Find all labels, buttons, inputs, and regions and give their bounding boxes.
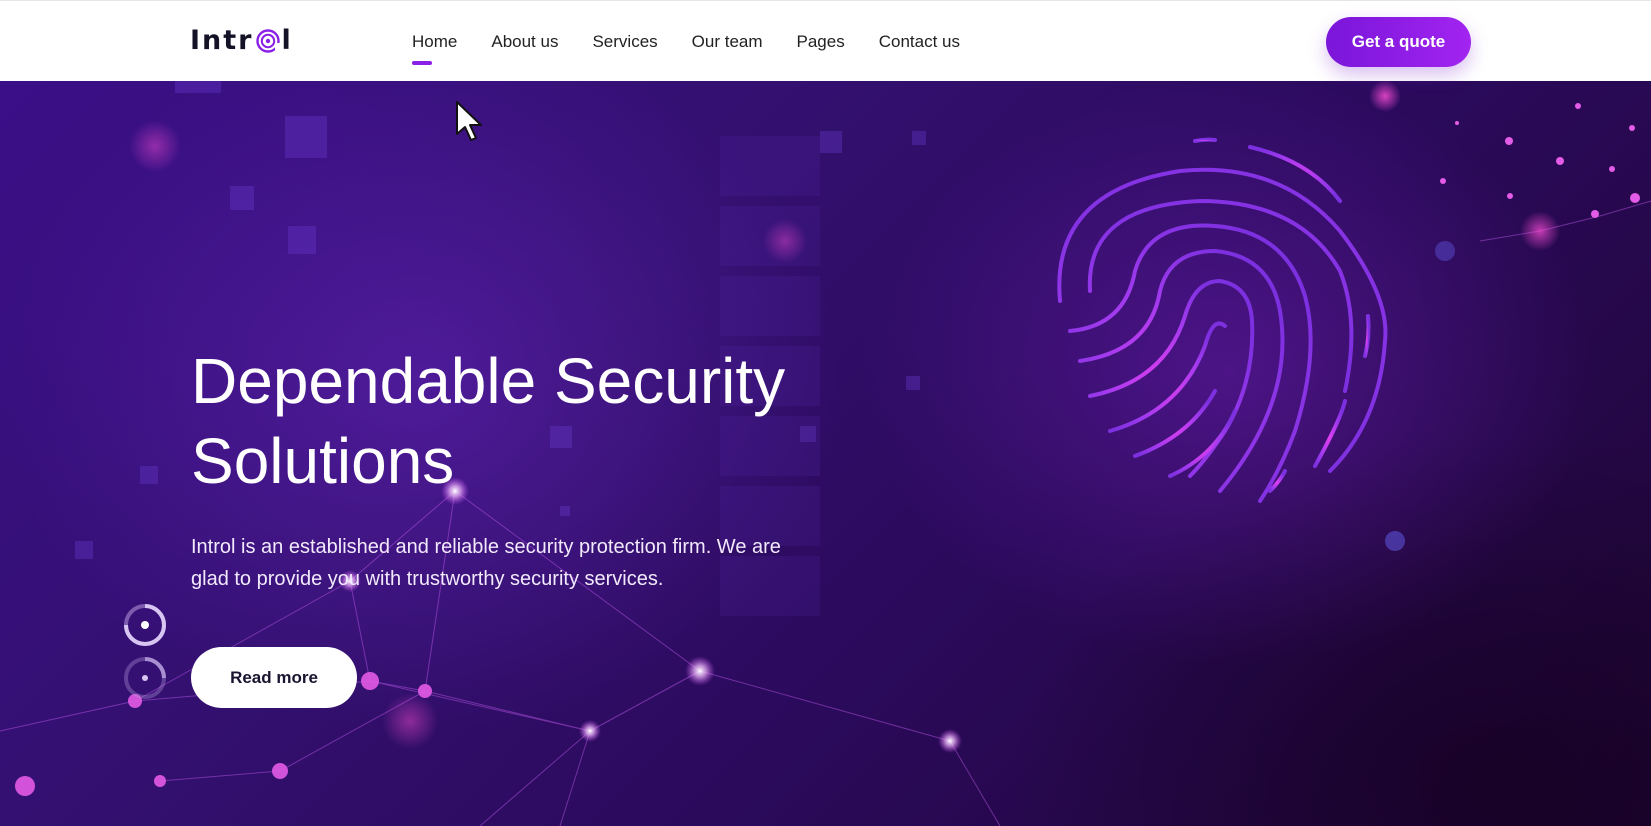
get-a-quote-button[interactable]: Get a quote <box>1326 17 1471 67</box>
logo-text-start: Intr <box>190 24 254 56</box>
main-nav: Home About us Services Our team Pages Co… <box>412 1 994 82</box>
site-header: Intr l Home About us Services Our team P… <box>0 0 1651 81</box>
nav-item-contact-us[interactable]: Contact us <box>879 32 960 52</box>
hero-description: Introl is an established and reliable se… <box>191 536 781 590</box>
nav-item-home[interactable]: Home <box>412 32 457 65</box>
nav-item-pages[interactable]: Pages <box>797 32 845 52</box>
slide-indicator-1[interactable] <box>123 603 167 647</box>
hero-title-line2: Solutions <box>191 425 455 497</box>
mouse-cursor-icon <box>456 101 482 141</box>
hero-title-line1: Dependable Security <box>191 345 786 417</box>
site-logo[interactable]: Intr l <box>190 23 293 57</box>
nav-item-about-us[interactable]: About us <box>491 32 558 52</box>
read-more-button[interactable]: Read more <box>191 647 357 708</box>
fingerprint-logo-icon <box>255 29 281 54</box>
fingerprint-icon <box>1057 137 1388 503</box>
nav-item-our-team[interactable]: Our team <box>692 32 763 52</box>
logo-text-end: l <box>281 24 293 56</box>
nav-item-services[interactable]: Services <box>592 32 657 52</box>
hero-title: Dependable Security Solutions <box>191 341 911 501</box>
hero-section: Dependable Security Solutions Introl is … <box>0 81 1651 826</box>
slide-indicator-2[interactable] <box>123 656 167 700</box>
